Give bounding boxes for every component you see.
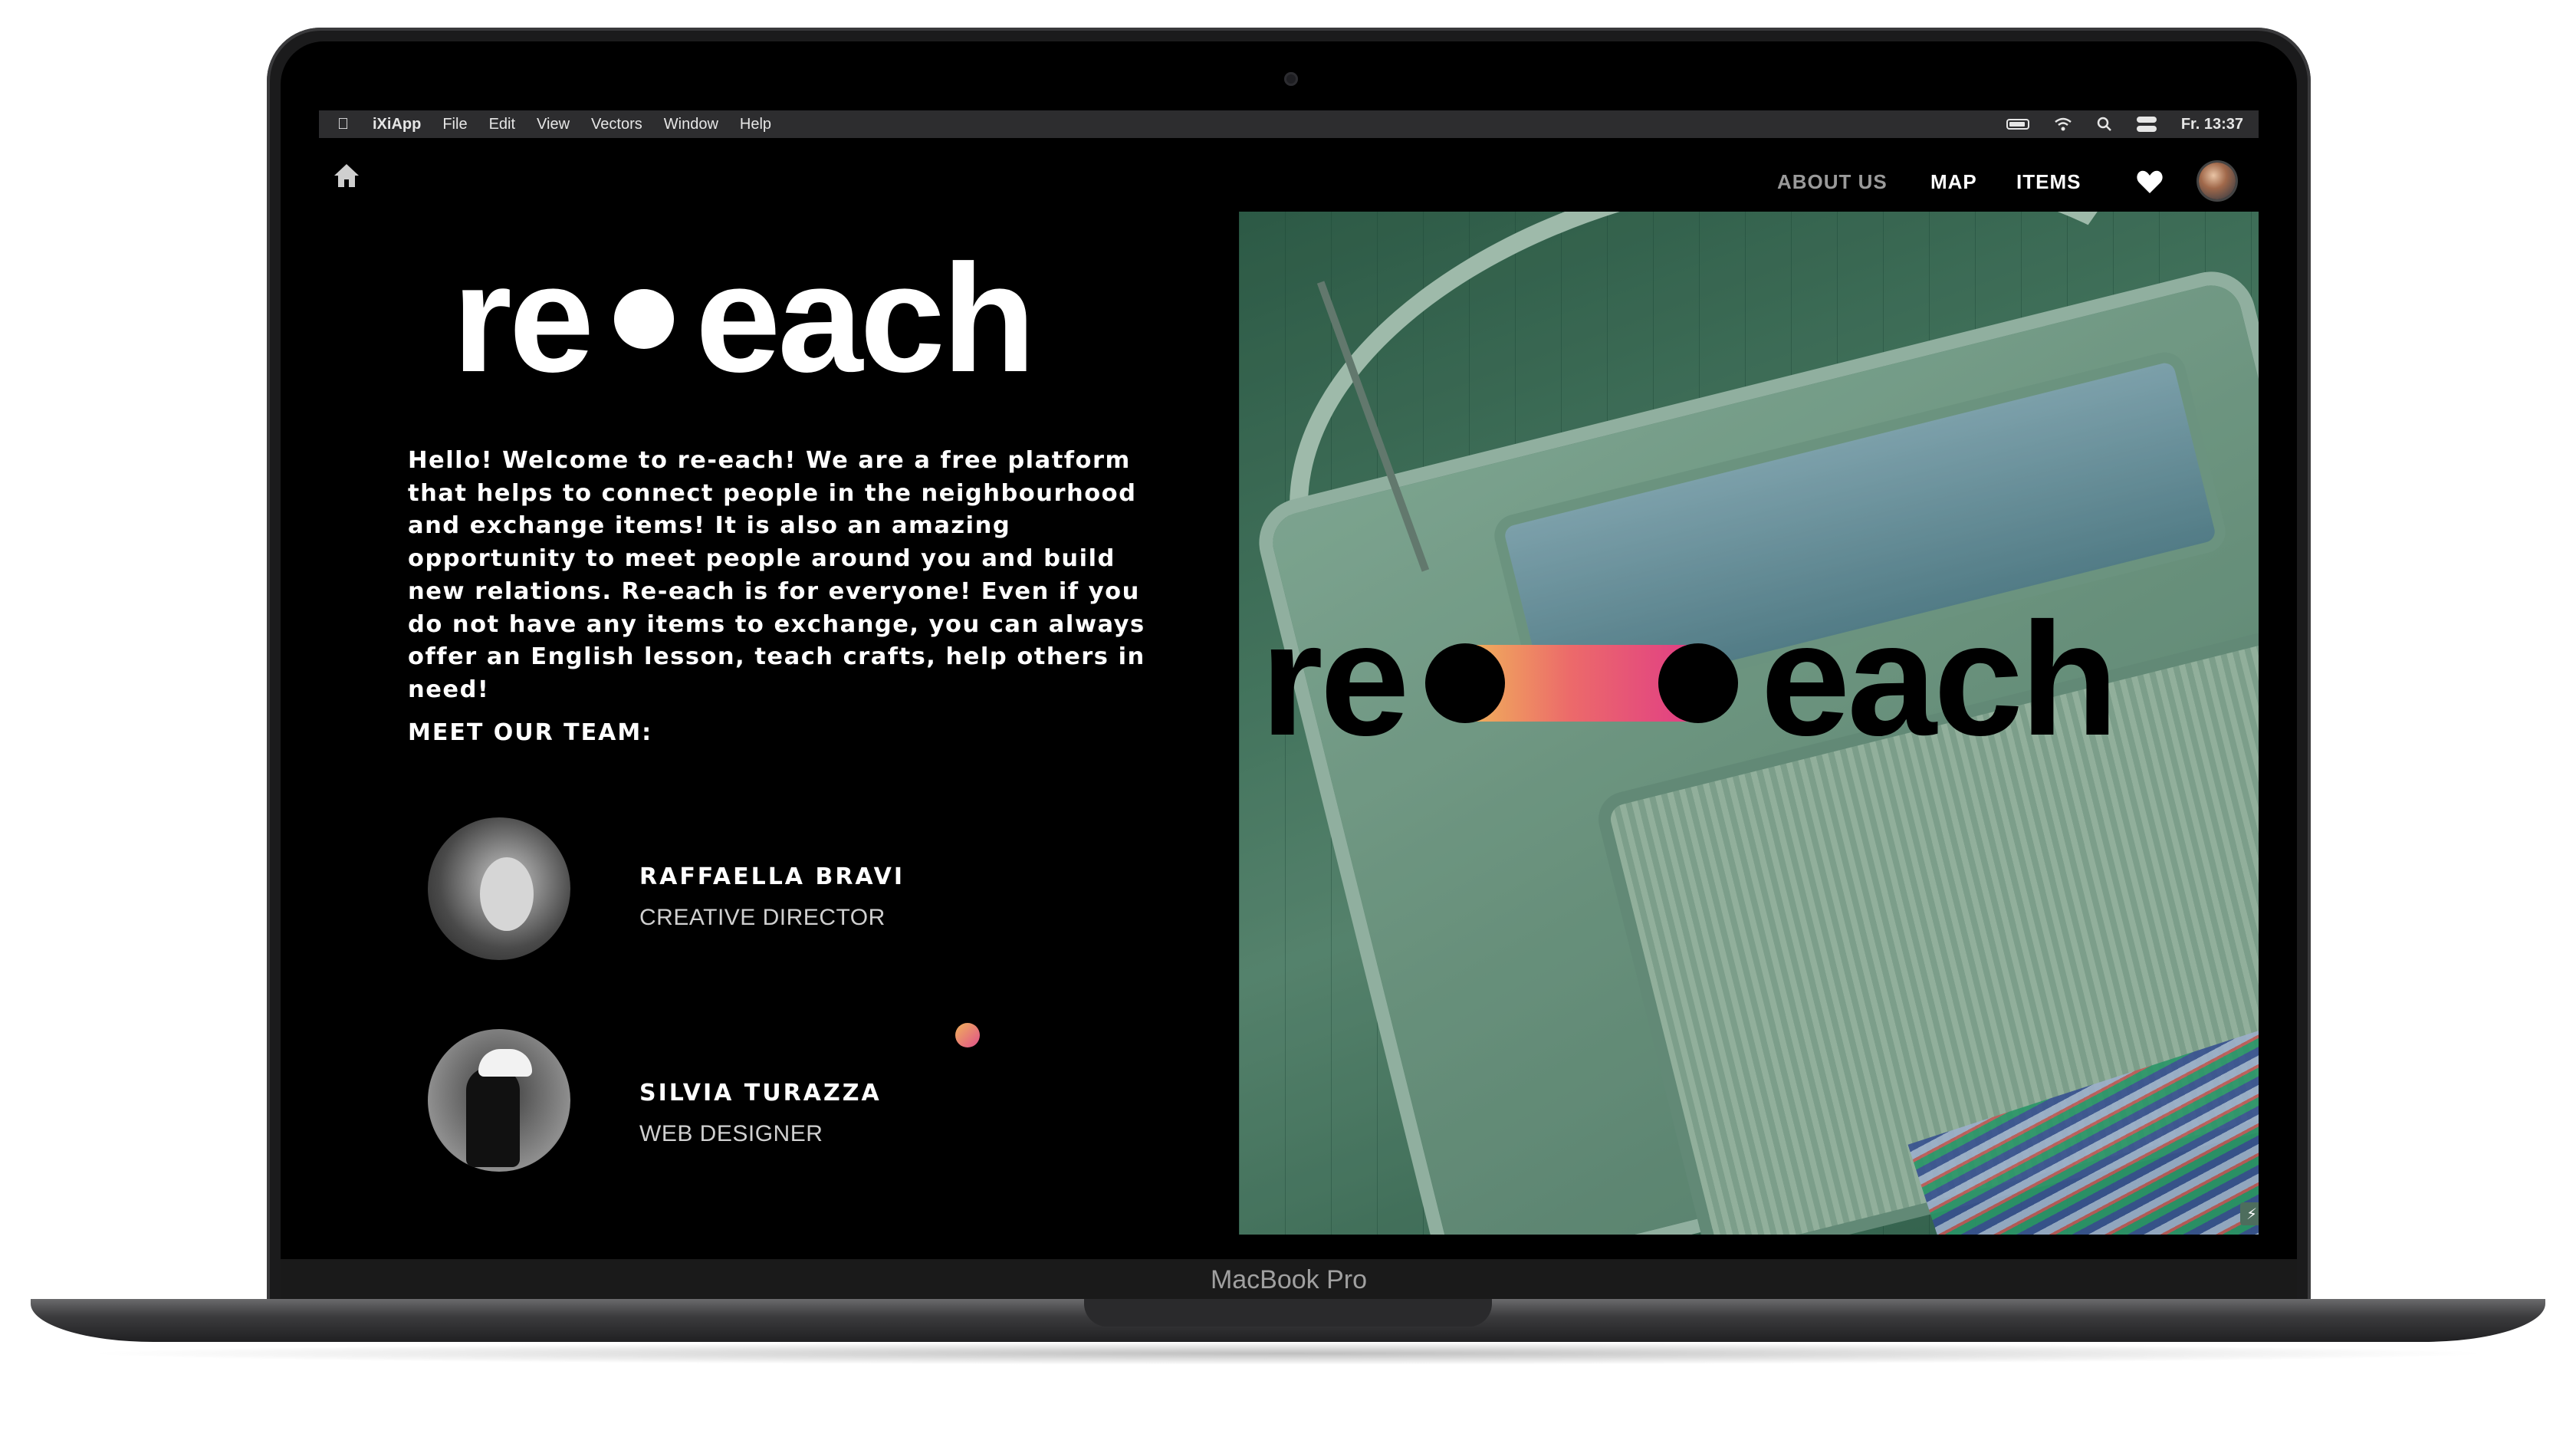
nav-about-us[interactable]: ABOUT US (1777, 170, 1888, 194)
intro-text: Hello! Welcome to re-each! We are a free… (408, 447, 1145, 703)
hero-logo-dot-left (1424, 643, 1505, 723)
team-member-name: RAFFAELLA BRAVI (639, 863, 905, 890)
team-member-role: CREATIVE DIRECTOR (639, 905, 886, 930)
mac-menubar:  iXiApp File Edit View Vectors Window H… (319, 110, 2259, 138)
team-member-role: WEB DESIGNER (639, 1121, 823, 1146)
menu-window[interactable]: Window (664, 116, 718, 133)
hero-logo-dot-right (1658, 643, 1738, 723)
team-heading: MEET OUR TEAM: (408, 719, 653, 746)
user-avatar[interactable] (2199, 163, 2236, 199)
laptop-shadow (77, 1342, 2499, 1365)
heart-icon[interactable] (2136, 169, 2164, 195)
portrait-cap (478, 1049, 532, 1077)
team-member-photo (428, 1029, 570, 1172)
home-icon[interactable] (333, 163, 360, 189)
menu-view[interactable]: View (537, 116, 570, 133)
search-icon[interactable] (2097, 117, 2112, 132)
screen:  iXiApp File Edit View Vectors Window H… (319, 110, 2259, 1259)
menubar-clock[interactable]: Fr. 13:37 (2181, 116, 2243, 133)
nav-map[interactable]: MAP (1930, 170, 1977, 194)
menu-edit[interactable]: Edit (489, 116, 515, 133)
battery-icon[interactable] (2006, 119, 2029, 130)
control-center-icon[interactable] (2136, 117, 2157, 132)
hero-logo: re each (1260, 589, 2118, 769)
wifi-icon[interactable] (2054, 117, 2072, 131)
hero-image-radio: re each (1239, 212, 2259, 1235)
bolt-icon[interactable]: ⚡ (2240, 1202, 2259, 1225)
portrait-face (480, 857, 534, 931)
menu-vectors[interactable]: Vectors (591, 116, 642, 133)
team-member-photo (428, 817, 570, 960)
hero-logo-gradient-bar (1424, 643, 1738, 723)
portrait-hair (466, 1067, 520, 1167)
apple-icon[interactable]:  (337, 116, 353, 133)
team-member-name: SILVIA TURAZZA (639, 1080, 882, 1107)
logo-dot (614, 289, 675, 349)
hero-logo-left: re (1260, 589, 1410, 769)
device-label: MacBook Pro (1210, 1265, 1368, 1294)
menu-help[interactable]: Help (740, 116, 771, 133)
logo-text-left: re (452, 233, 594, 404)
laptop-notch (1084, 1299, 1492, 1327)
logo-text-right: each (695, 233, 1036, 404)
camera-icon (1284, 72, 1298, 86)
accent-dot (955, 1023, 980, 1047)
menu-file[interactable]: File (442, 116, 467, 133)
nav-items[interactable]: ITEMS (2016, 170, 2081, 194)
site-logo[interactable]: re each (452, 233, 1036, 404)
menu-app-name[interactable]: iXiApp (373, 116, 421, 133)
hero-logo-right: each (1760, 589, 2119, 769)
menubar-status-area: Fr. 13:37 (2006, 110, 2243, 138)
